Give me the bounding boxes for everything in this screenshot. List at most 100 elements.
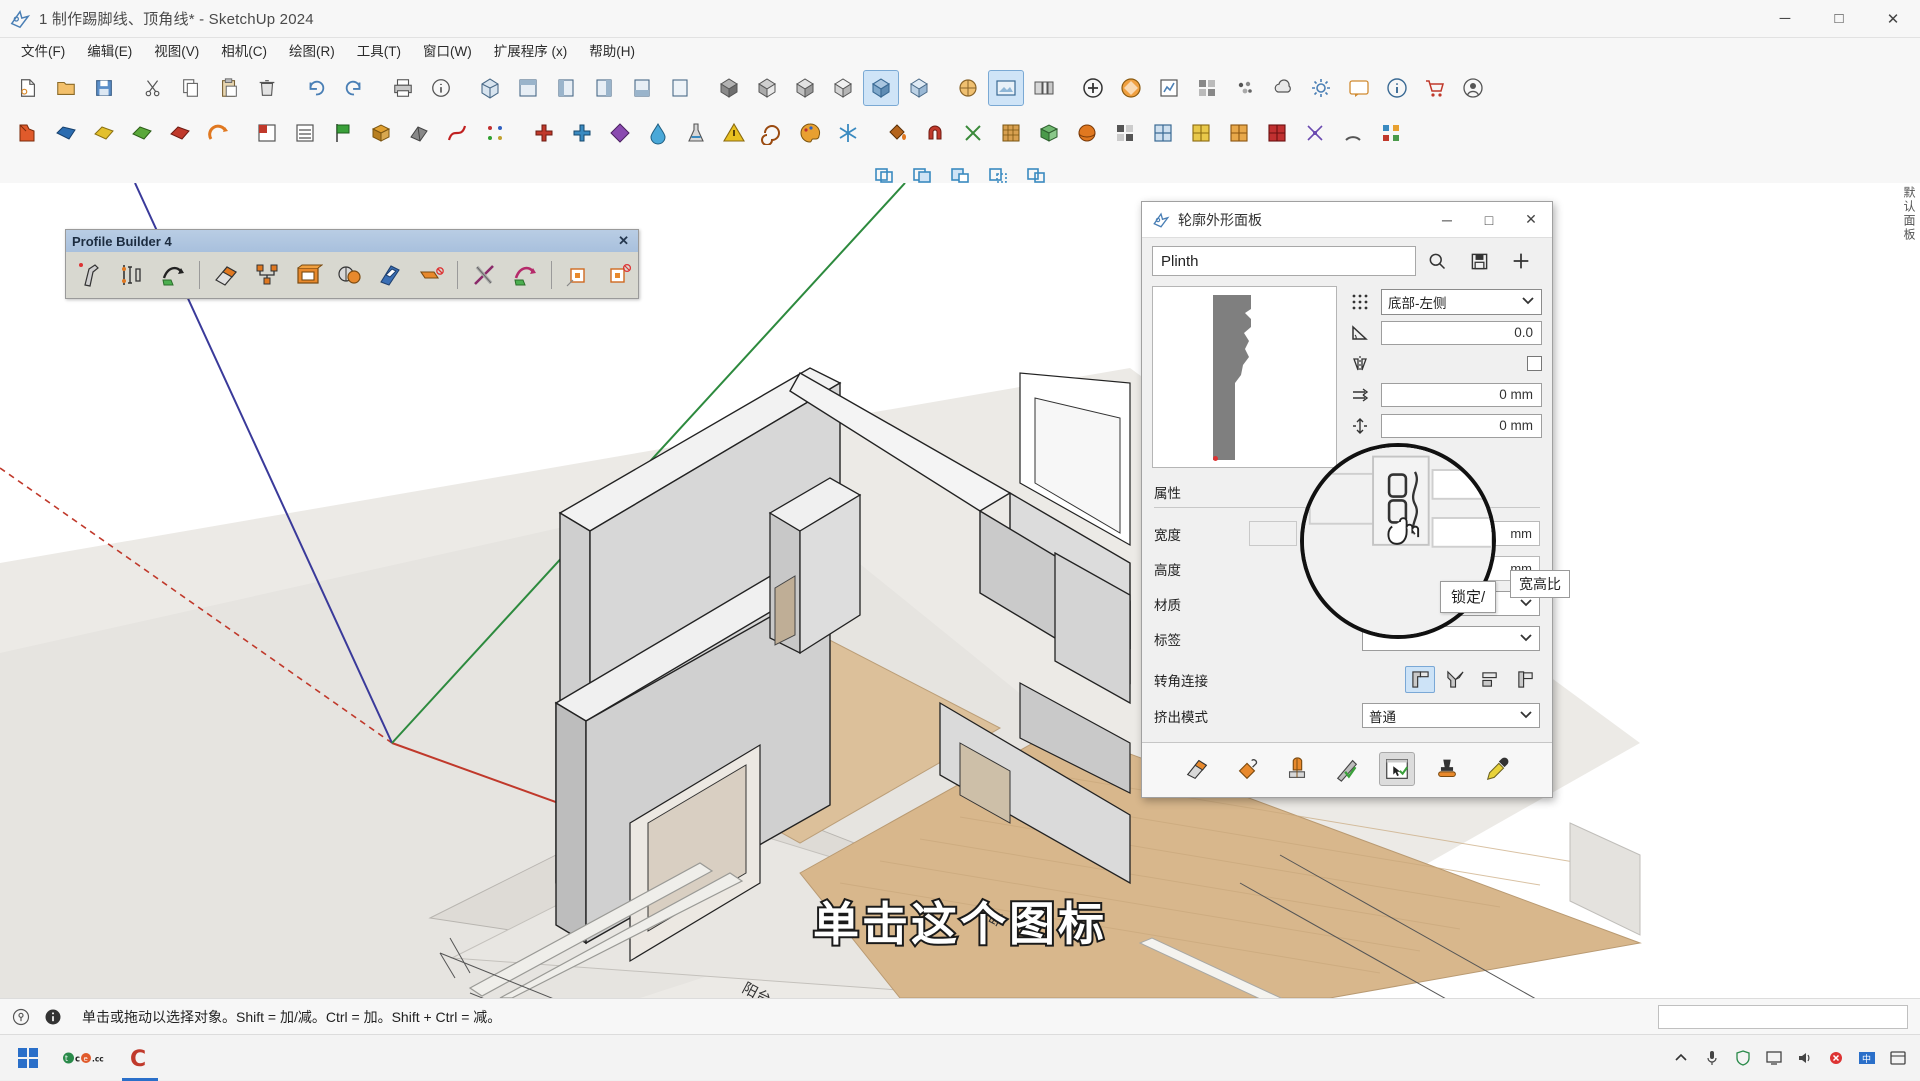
fog-icon[interactable] — [749, 70, 785, 106]
pb-grid3-icon[interactable] — [1259, 115, 1295, 151]
menu-edit[interactable]: 编辑(E) — [76, 37, 143, 63]
measurement-input[interactable] — [1658, 1004, 1908, 1029]
quick-select-icon[interactable] — [559, 257, 597, 293]
add-circle-icon[interactable] — [1075, 70, 1111, 106]
menu-window[interactable]: 窗口(W) — [412, 37, 483, 63]
copy-icon[interactable] — [173, 70, 209, 106]
miter-corner-icon[interactable] — [1405, 666, 1435, 693]
width-swatch[interactable] — [1249, 521, 1297, 546]
pb-drop-icon[interactable] — [640, 115, 676, 151]
profile-search-input[interactable] — [1152, 246, 1416, 276]
pb-flag-icon[interactable] — [325, 115, 361, 151]
pb-grid-icon[interactable] — [1183, 115, 1219, 151]
shield-icon[interactable] — [1729, 1041, 1757, 1075]
pb-texture-icon[interactable] — [993, 115, 1029, 151]
default-tray-label[interactable]: 默认面板 — [1900, 186, 1918, 242]
edit-path-icon[interactable] — [1329, 752, 1365, 786]
eyedropper-icon[interactable] — [1479, 752, 1515, 786]
pb-scatter-icon[interactable] — [1297, 115, 1333, 151]
styles-icon[interactable] — [787, 70, 823, 106]
delete-trash-icon[interactable] — [249, 70, 285, 106]
pb-cube-icon[interactable] — [1031, 115, 1067, 151]
redo-arrow-icon[interactable] — [336, 70, 372, 106]
generate-report-icon[interactable] — [1113, 70, 1149, 106]
dynamic-components-icon[interactable] — [1189, 70, 1225, 106]
pb-spiral-icon[interactable] — [754, 115, 790, 151]
pb-square-icon[interactable] — [249, 115, 285, 151]
add-location-icon[interactable] — [950, 70, 986, 106]
search-icon[interactable] — [1416, 246, 1458, 276]
profile-edit-icon[interactable] — [113, 257, 151, 293]
pb-box-icon[interactable] — [363, 115, 399, 151]
profile-follow-icon[interactable] — [154, 257, 192, 293]
menu-view[interactable]: 视图(V) — [143, 37, 210, 63]
pb-grid2-icon[interactable] — [1221, 115, 1257, 151]
model-viewport[interactable]: 次卧 阳台 6350 1014 4676 3475 — [0, 183, 1920, 998]
pb-fold-icon[interactable] — [401, 115, 437, 151]
paste-icon[interactable] — [211, 70, 247, 106]
menu-draw[interactable]: 绘图(R) — [278, 37, 346, 63]
section-plane-icon[interactable] — [901, 70, 937, 106]
iso-view-icon[interactable] — [472, 70, 508, 106]
angle-corner-icon[interactable] — [1440, 666, 1470, 693]
offset-vertical-field[interactable]: 0 mm — [1381, 413, 1542, 438]
maximize-button[interactable]: □ — [1812, 0, 1866, 38]
volume-icon[interactable] — [1791, 1041, 1819, 1075]
pb-cross-sub-icon[interactable] — [564, 115, 600, 151]
pb-arc2-icon[interactable] — [1335, 115, 1371, 151]
account-icon[interactable] — [1455, 70, 1491, 106]
pb-warning-icon[interactable] — [716, 115, 752, 151]
print-icon[interactable] — [385, 70, 421, 106]
frame-icon[interactable] — [289, 257, 327, 293]
paint-profile-icon[interactable] — [330, 257, 368, 293]
close-button[interactable]: ✕ — [1866, 0, 1920, 38]
pb-dot-pattern-icon[interactable] — [477, 115, 513, 151]
pb-magnet-icon[interactable] — [917, 115, 953, 151]
taskbar-browser[interactable]: t c e .cc — [56, 1035, 112, 1081]
menu-help[interactable]: 帮助(H) — [578, 37, 646, 63]
lap-corner-icon[interactable] — [1510, 666, 1540, 693]
display-icon[interactable] — [1760, 1041, 1788, 1075]
back-view-icon[interactable] — [624, 70, 660, 106]
pb-list-icon[interactable] — [287, 115, 323, 151]
follow-me-icon[interactable] — [506, 257, 544, 293]
extrude-mode-select[interactable]: 普通 — [1362, 703, 1540, 728]
info-circle-icon[interactable] — [1379, 70, 1415, 106]
save-disk-icon[interactable] — [1458, 246, 1500, 276]
offset-horizontal-field[interactable]: 0 mm — [1381, 382, 1542, 407]
photo-texture-icon[interactable] — [988, 69, 1024, 106]
extension-warehouse-icon[interactable] — [1417, 70, 1453, 106]
sandbox-icon[interactable] — [1227, 70, 1263, 106]
info-circle-icon[interactable] — [42, 1006, 64, 1028]
pb-window-icon[interactable] — [1145, 115, 1181, 151]
butt-corner-icon[interactable] — [1475, 666, 1505, 693]
end-cap-icon[interactable] — [412, 257, 450, 293]
select-path-icon[interactable] — [1379, 752, 1415, 786]
menu-file[interactable]: 文件(F) — [10, 37, 76, 63]
cloud-icon[interactable] — [1265, 70, 1301, 106]
stamp-tool-icon[interactable] — [1429, 752, 1465, 786]
scenes-icon[interactable] — [1026, 70, 1062, 106]
pb-paint-bucket-icon[interactable] — [879, 115, 915, 151]
pb-palette-icon[interactable] — [792, 115, 828, 151]
menu-extensions[interactable]: 扩展程序 (x) — [483, 37, 579, 63]
right-view-icon[interactable] — [586, 70, 622, 106]
pb-profile-icon[interactable] — [10, 115, 46, 151]
pb-red-icon[interactable] — [162, 115, 198, 151]
draw-profile-icon[interactable] — [72, 257, 110, 293]
dialog-minimize-button[interactable]: ─ — [1426, 202, 1468, 238]
build-profile-icon[interactable] — [1179, 752, 1215, 786]
info-icon[interactable] — [423, 70, 459, 106]
close-icon[interactable]: ✕ — [615, 233, 632, 249]
mirror-checkbox[interactable] — [1527, 356, 1542, 371]
pb-blue-icon[interactable] — [48, 115, 84, 151]
classifier-icon[interactable] — [1151, 70, 1187, 106]
chevron-up-icon[interactable] — [1667, 1041, 1695, 1075]
assembly-icon[interactable] — [248, 257, 286, 293]
undo-arrow-icon[interactable] — [298, 70, 334, 106]
pb-cross-add-icon[interactable] — [526, 115, 562, 151]
cut-scissors-icon[interactable] — [135, 70, 171, 106]
open-folder-icon[interactable] — [48, 70, 84, 106]
taskbar-app-c[interactable]: C — [112, 1035, 168, 1081]
scissor-tool-icon[interactable] — [465, 257, 503, 293]
